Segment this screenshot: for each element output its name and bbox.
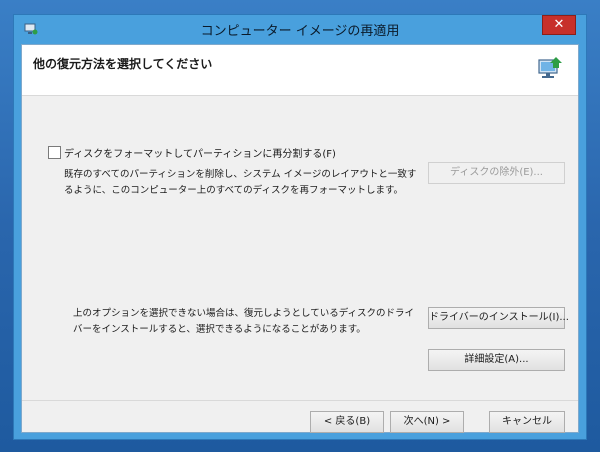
format-disks-label[interactable]: ディスクをフォーマットしてパーティションに再分割する(F) <box>64 145 336 160</box>
dialog-client-area: 他の復元方法を選択してください ディスクをフォーマットしてパーティションに再分割… <box>21 44 579 433</box>
cancel-button[interactable]: キャンセル <box>489 411 565 433</box>
format-description: 既存のすべてのパーティションを削除し、システム イメージのレイアウトと一致するよ… <box>64 169 417 196</box>
window-title: コンピューター イメージの再適用 <box>200 24 400 39</box>
back-button[interactable]: < 戻る(B) <box>310 411 384 433</box>
page-title: 他の復元方法を選択してください <box>33 57 213 71</box>
format-disks-checkbox[interactable] <box>48 146 61 159</box>
dialog-window: コンピューター イメージの再適用 ✕ 他の復元方法を選択してください ディスクを… <box>13 14 587 440</box>
computer-restore-icon <box>538 57 562 78</box>
driver-note: 上のオプションを選択できない場合は、復元しようとしているディスクのドライバーをイ… <box>73 308 415 335</box>
title-bar[interactable]: コンピューター イメージの再適用 ✕ <box>14 15 586 43</box>
exclude-disks-button[interactable]: ディスクの除外(E)... <box>428 162 565 184</box>
header-panel: 他の復元方法を選択してください <box>22 45 578 96</box>
advanced-button[interactable]: 詳細設定(A)... <box>428 349 565 371</box>
next-button[interactable]: 次へ(N) > <box>390 411 464 433</box>
install-drivers-button[interactable]: ドライバーのインストール(I)... <box>428 307 569 329</box>
footer-divider <box>22 400 578 401</box>
close-button[interactable]: ✕ <box>542 15 576 35</box>
